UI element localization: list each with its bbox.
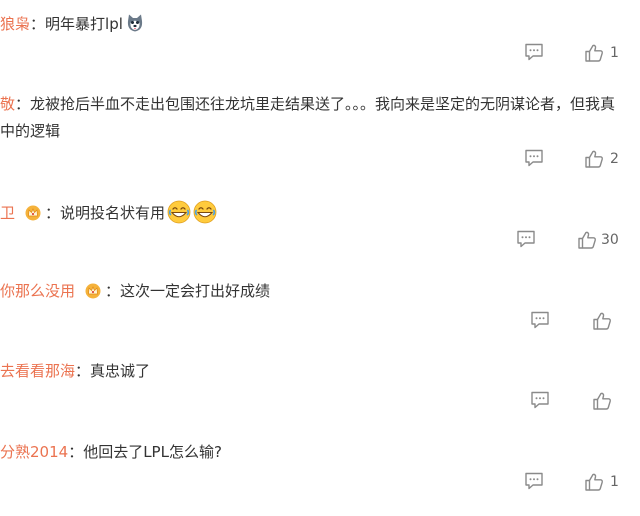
- comment-separator: ：: [68, 443, 84, 461]
- comment-separator: ：: [30, 15, 46, 33]
- comment-text: 龙被抢后半血不走出包围还往龙坑里走结果送了。。。我向来是坚定的无阴谋论者，但我真: [30, 95, 616, 113]
- comment-body: 卫 ：说明投名状有用: [0, 200, 217, 224]
- comment-actions: [525, 391, 640, 411]
- comment-bubble-icon[interactable]: [530, 391, 550, 409]
- comment-text: 明年暴打lpl: [45, 15, 123, 33]
- comment-username[interactable]: 去看看那海: [0, 362, 75, 380]
- comment-separator: ：: [75, 362, 91, 380]
- thumbs-up-icon[interactable]: [584, 472, 604, 492]
- comment-bubble-icon[interactable]: [516, 230, 536, 248]
- comment-separator: ：: [15, 95, 31, 113]
- thumbs-up-icon[interactable]: [577, 230, 597, 250]
- comment-username[interactable]: 卫: [0, 204, 15, 222]
- comment-body: 去看看那海：真忠诚了: [0, 361, 150, 381]
- comment-text: 这次一定会打出好成绩: [120, 282, 271, 300]
- comment-bubble-icon[interactable]: [524, 472, 544, 490]
- comment-actions: [525, 311, 640, 331]
- husky-emoji-icon: [125, 13, 145, 33]
- comment-username[interactable]: 你那么没用: [0, 282, 75, 300]
- comment-bubble-icon[interactable]: [524, 149, 544, 167]
- comment-actions: 1: [520, 43, 640, 63]
- comment-body: 分熟2014：他回去了LPL怎么输?: [0, 442, 222, 462]
- comment-actions: 2: [520, 149, 640, 169]
- comment-actions: 30: [510, 230, 640, 250]
- comment-item: 狼枭：明年暴打lpl 1: [0, 0, 640, 80]
- like-count: 2: [610, 151, 619, 167]
- like-count: 30: [601, 232, 619, 248]
- comment-text-continued: 中的逻辑: [0, 122, 61, 140]
- crown-badge-icon: [25, 205, 41, 221]
- comment-separator: ：: [45, 204, 61, 222]
- comment-body: 狼枭：明年暴打lpl: [0, 13, 145, 34]
- grinning-emoji-icon: [167, 200, 191, 224]
- comment-actions: 1: [520, 472, 640, 492]
- like-count: 1: [610, 45, 619, 61]
- comment-bubble-icon[interactable]: [530, 311, 550, 329]
- comment-username[interactable]: 敬: [0, 95, 15, 113]
- grinning-emoji-icon: [193, 200, 217, 224]
- comment-username[interactable]: 分熟2014: [0, 443, 68, 461]
- thumbs-up-icon[interactable]: [584, 43, 604, 63]
- comment-item: 你那么没用 ：这次一定会打出好成绩: [0, 260, 640, 340]
- like-count: 1: [610, 474, 619, 490]
- comment-text: 他回去了LPL怎么输?: [83, 443, 222, 461]
- comment-body: 敬：龙被抢后半血不走出包围还往龙坑里走结果送了。。。我向来是坚定的无阴谋论者，但…: [0, 94, 615, 114]
- thumbs-up-icon[interactable]: [592, 311, 612, 331]
- comment-username[interactable]: 狼枭: [0, 15, 30, 33]
- comment-item: 去看看那海：真忠诚了: [0, 340, 640, 420]
- comment-item: 卫 ：说明投名状有用 30: [0, 180, 640, 260]
- comment-item: 敬：龙被抢后半血不走出包围还往龙坑里走结果送了。。。我向来是坚定的无阴谋论者，但…: [0, 80, 640, 180]
- thumbs-up-icon[interactable]: [592, 391, 612, 411]
- comment-text: 说明投名状有用: [60, 204, 166, 222]
- thumbs-up-icon[interactable]: [584, 149, 604, 169]
- crown-badge-icon: [85, 283, 101, 299]
- comment-item: 分熟2014：他回去了LPL怎么输? 1: [0, 420, 640, 516]
- comment-body: 你那么没用 ：这次一定会打出好成绩: [0, 281, 270, 301]
- comment-bubble-icon[interactable]: [524, 43, 544, 61]
- comment-text: 真忠诚了: [90, 362, 151, 380]
- comment-separator: ：: [105, 282, 121, 300]
